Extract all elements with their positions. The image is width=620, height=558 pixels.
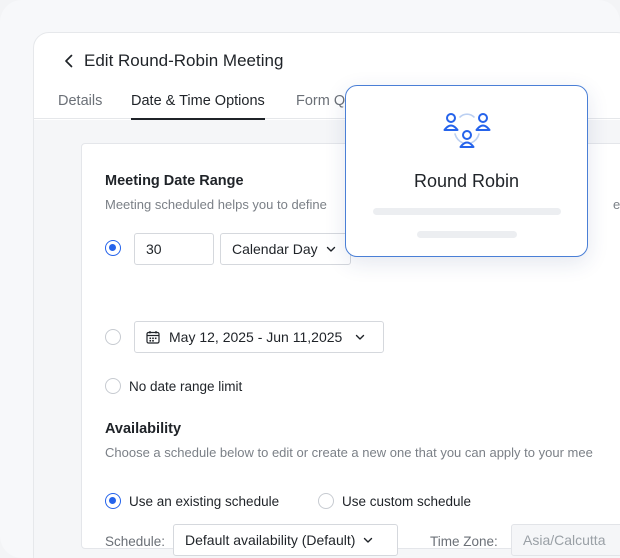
page-title: Edit Round-Robin Meeting — [84, 51, 284, 70]
existing-schedule-label: Use an existing schedule — [129, 494, 280, 509]
tab-form-questions[interactable]: Form Q — [296, 93, 345, 119]
chevron-down-icon — [326, 246, 335, 252]
availability-title: Availability — [105, 421, 182, 437]
day-type-value: Calendar Day — [232, 241, 318, 257]
schedule-value: Default availability (Default) — [185, 532, 356, 548]
no-limit-label: No date range limit — [129, 379, 243, 394]
timezone-label: Time Zone: — [430, 534, 498, 549]
calendar-icon — [146, 331, 160, 344]
availability-description: Choose a schedule below to edit or creat… — [105, 445, 593, 460]
date-range-description-tail: eeti — [613, 197, 620, 212]
round-robin-icon — [443, 113, 491, 148]
chevron-left-icon[interactable] — [61, 53, 77, 69]
chevron-down-icon — [364, 537, 373, 543]
date-range-picker[interactable]: May 12, 2025 - Jun 11,2025 — [134, 321, 384, 353]
date-range-title: Meeting Date Range — [105, 173, 244, 189]
timezone-input: Asia/Calcutta — [511, 524, 620, 556]
radio-existing-schedule[interactable] — [105, 493, 121, 509]
tab-date-time-options[interactable]: Date & Time Options — [131, 93, 265, 120]
schedule-label: Schedule: — [105, 534, 166, 549]
date-range-value: May 12, 2025 - Jun 11,2025 — [169, 329, 343, 345]
skeleton-line — [417, 231, 517, 238]
skeleton-line — [373, 208, 561, 215]
tab-details[interactable]: Details — [58, 93, 102, 119]
day-type-select[interactable]: Calendar Day — [220, 233, 351, 265]
days-input[interactable]: 30 — [134, 233, 214, 265]
radio-date-range[interactable] — [105, 329, 121, 345]
radio-custom-schedule[interactable] — [318, 493, 334, 509]
radio-no-limit[interactable] — [105, 378, 121, 394]
round-robin-card: Round Robin — [345, 85, 588, 257]
custom-schedule-label: Use custom schedule — [342, 494, 472, 509]
round-robin-title: Round Robin — [413, 171, 520, 191]
date-range-description: Meeting scheduled helps you to define — [105, 197, 327, 212]
chevron-down-icon — [356, 334, 365, 340]
radio-days[interactable] — [105, 240, 121, 256]
schedule-select[interactable]: Default availability (Default) — [173, 524, 398, 556]
